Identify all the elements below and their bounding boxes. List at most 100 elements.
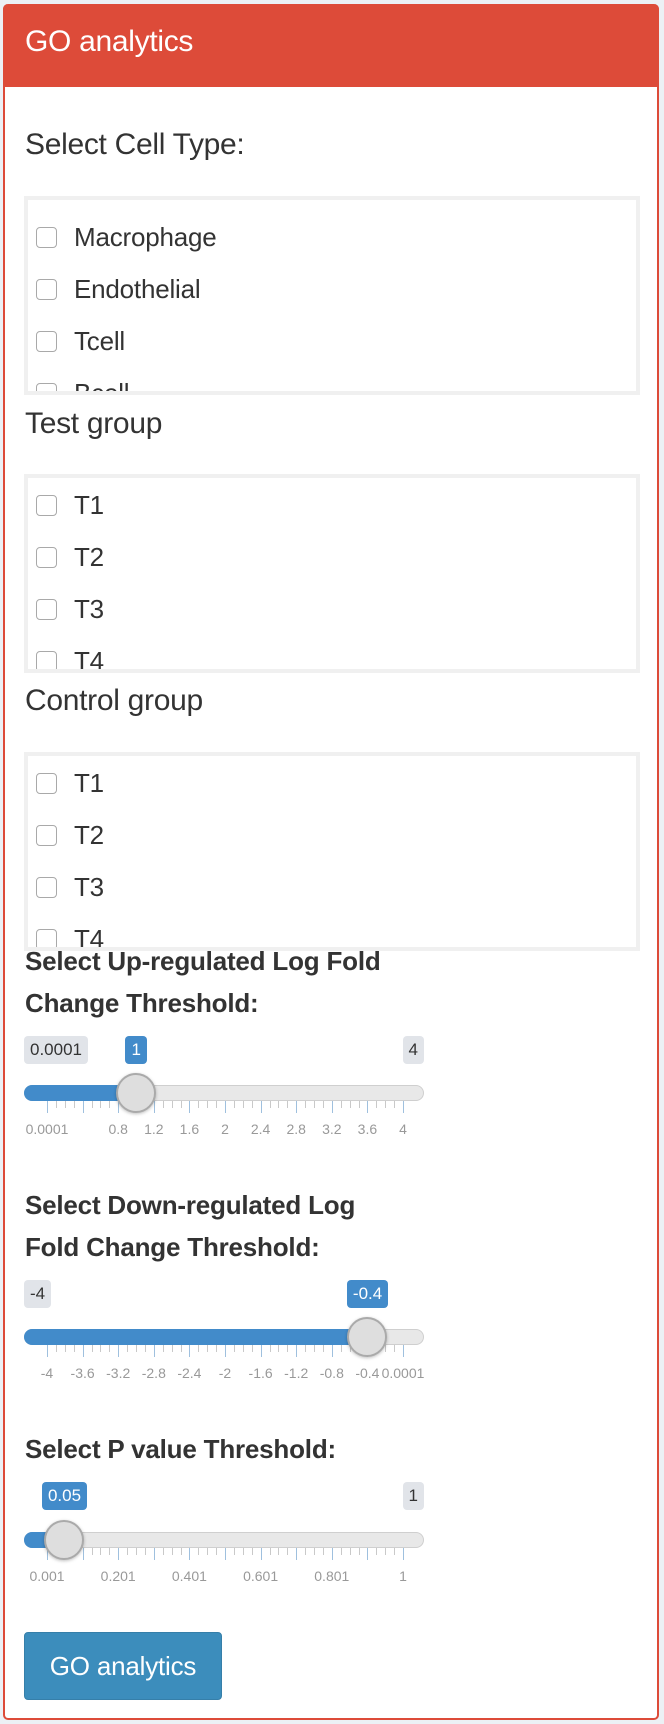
checkbox[interactable]	[36, 772, 57, 794]
cell-type-checkbox-list[interactable]: Stellate Macrophage Endothelial Tcell Bcell	[24, 196, 640, 395]
slider-handle[interactable]	[115, 1073, 156, 1113]
cell-type-option[interactable]: Stellate	[36, 196, 159, 200]
major-tick	[367, 1101, 368, 1113]
minor-tick	[287, 1345, 288, 1352]
checkbox[interactable]	[36, 598, 57, 620]
minor-tick	[252, 1345, 253, 1352]
minor-tick	[278, 1548, 279, 1555]
major-tick	[225, 1101, 226, 1113]
minor-tick	[109, 1101, 110, 1108]
cell-type-option[interactable]: Macrophage	[36, 222, 217, 252]
minor-tick	[207, 1548, 208, 1555]
slider-value-badge: 0.05	[41, 1482, 88, 1510]
major-tick	[83, 1101, 84, 1113]
minor-tick	[100, 1548, 101, 1555]
minor-tick	[323, 1101, 324, 1108]
minor-tick	[163, 1101, 164, 1108]
major-tick	[225, 1345, 226, 1357]
control-group-option[interactable]: T3	[36, 872, 104, 902]
down-threshold-label-line1: Select Down-regulated Log	[25, 1190, 356, 1220]
cell-type-option[interactable]: Endothelial	[36, 274, 201, 304]
control-group-option[interactable]: T1	[36, 768, 104, 798]
tick-label: -4	[40, 1365, 54, 1381]
checkbox[interactable]	[36, 650, 57, 669]
minor-tick	[350, 1101, 351, 1108]
checkbox-label: T1	[74, 489, 104, 520]
up-threshold-label-line2: Change Threshold:	[25, 988, 259, 1018]
up-threshold-label: Select Up-regulated Log Fold Change Thre…	[25, 940, 381, 1024]
tick-label: 0.201	[100, 1568, 136, 1584]
go-analytics-button[interactable]: GO analytics	[24, 1632, 222, 1700]
tick-label: 1	[399, 1568, 407, 1584]
minor-tick	[287, 1101, 288, 1108]
major-tick	[403, 1548, 404, 1560]
panel-title: GO analytics	[25, 25, 194, 58]
test-group-option[interactable]: T1	[36, 490, 104, 520]
major-tick	[332, 1548, 333, 1560]
checkbox[interactable]	[36, 330, 57, 352]
checkbox-label: T1	[74, 767, 104, 798]
minor-tick	[341, 1101, 342, 1108]
major-tick	[118, 1345, 119, 1357]
cell-type-option[interactable]: Bcell	[36, 378, 130, 391]
down-threshold-label-line2: Fold Change Threshold:	[25, 1232, 320, 1262]
minor-tick	[376, 1548, 377, 1555]
tick-label: 0.001	[29, 1568, 65, 1584]
checkbox-label: Stellate	[74, 200, 159, 201]
tick-label: -2	[218, 1365, 232, 1381]
minor-tick	[92, 1345, 93, 1352]
checkbox[interactable]	[36, 494, 57, 516]
minor-tick	[234, 1345, 235, 1352]
minor-tick	[252, 1101, 253, 1108]
slider-handle[interactable]	[347, 1317, 388, 1357]
minor-tick	[198, 1101, 199, 1108]
major-tick	[261, 1345, 262, 1357]
minor-tick	[305, 1101, 306, 1108]
checkbox[interactable]	[36, 278, 57, 300]
tick-label: -1.6	[248, 1365, 273, 1381]
test-group-option[interactable]: T2	[36, 542, 104, 572]
minor-tick	[376, 1101, 377, 1108]
test-group-option[interactable]: T4	[36, 646, 104, 669]
slider-value-badge: -0.4	[346, 1280, 389, 1308]
checkbox[interactable]	[36, 226, 57, 248]
minor-tick	[127, 1345, 128, 1352]
tick-label: 2.4	[250, 1121, 271, 1137]
pvalue-threshold-label: Select P value Threshold:	[25, 1428, 336, 1470]
cell-type-option[interactable]: Tcell	[36, 326, 125, 356]
up-threshold-slider[interactable]: 0.0001 0.8 1.2 1.6 2 2.4 2.8 3.2 3.6 4 0.0001 4 1	[24, 1036, 424, 1166]
pvalue-threshold-slider[interactable]: 0.001 0.201 0.401 0.601 0.801 1 1 0.05	[24, 1482, 424, 1612]
minor-tick	[74, 1345, 75, 1352]
major-tick	[403, 1345, 404, 1357]
checkbox[interactable]	[36, 546, 57, 568]
minor-tick	[56, 1101, 57, 1108]
minor-tick	[394, 1345, 395, 1352]
test-group-checkbox-list[interactable]: T1 T2 T3 T4	[24, 474, 640, 673]
major-tick	[332, 1345, 333, 1357]
control-group-option[interactable]: T2	[36, 820, 104, 850]
cell-type-label: Select Cell Type:	[25, 128, 245, 161]
checkbox[interactable]	[36, 382, 57, 391]
minor-tick	[394, 1101, 395, 1108]
major-tick	[154, 1345, 155, 1357]
minor-tick	[234, 1548, 235, 1555]
slider-handle[interactable]	[44, 1520, 85, 1560]
tick-label: 1.6	[179, 1121, 200, 1137]
slider-max-badge: 4	[402, 1036, 424, 1064]
minor-tick	[181, 1101, 182, 1108]
checkbox[interactable]	[36, 824, 57, 846]
major-tick	[367, 1548, 368, 1560]
minor-tick	[56, 1345, 57, 1352]
tick-label: 1.2	[144, 1121, 164, 1137]
checkbox[interactable]	[36, 876, 57, 898]
tick-label: -3.6	[70, 1365, 95, 1381]
minor-tick	[270, 1101, 271, 1108]
control-group-label: Control group	[25, 684, 203, 717]
control-group-checkbox-list[interactable]: T1 T2 T3 T4	[24, 752, 640, 951]
test-group-option[interactable]: T3	[36, 594, 104, 624]
major-tick	[296, 1101, 297, 1113]
down-threshold-slider[interactable]: -4 -3.6 -3.2 -2.8 -2.4 -2 -1.6 -1.2 -0.8 -0.4 0.00…	[24, 1280, 424, 1410]
minor-tick	[243, 1548, 244, 1555]
down-threshold-label: Select Down-regulated Log Fold Change Th…	[25, 1184, 355, 1268]
minor-tick	[127, 1548, 128, 1555]
